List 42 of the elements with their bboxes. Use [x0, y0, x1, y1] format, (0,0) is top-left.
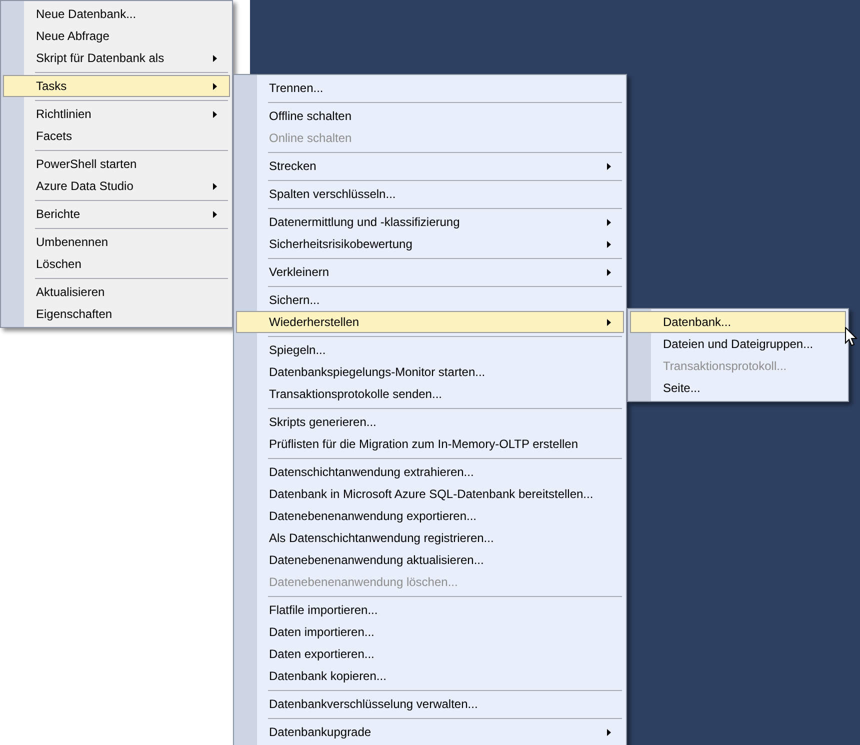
menu-item[interactable]: Berichte — [3, 203, 230, 225]
menu-item[interactable]: Azure Data Studio — [3, 175, 230, 197]
menu-item[interactable]: Richtlinien — [3, 103, 230, 125]
menu-item[interactable]: Offline schalten — [236, 105, 624, 127]
menu-item[interactable]: Datenbank... — [630, 311, 846, 333]
menu-item[interactable]: Transaktionsprotokolle senden... — [236, 383, 624, 405]
menu-item[interactable]: Löschen — [3, 253, 230, 275]
menu-item[interactable]: Daten importieren... — [236, 621, 624, 643]
menu-item[interactable]: Datenebenenanwendung exportieren... — [236, 505, 624, 527]
menu-item[interactable]: Dateien und Dateigruppen... — [630, 333, 846, 355]
menu-item[interactable]: Verkleinern — [236, 261, 624, 283]
pointer-icon — [845, 327, 857, 346]
menu-item[interactable]: Datenebenenanwendung aktualisieren... — [236, 549, 624, 571]
menu-item[interactable]: Umbenennen — [3, 231, 230, 253]
menu-item[interactable]: Datenbankspiegelungs-Monitor starten... — [236, 361, 624, 383]
menu-item[interactable]: Neue Datenbank... — [3, 3, 230, 25]
menu-item[interactable]: Strecken — [236, 155, 624, 177]
menu-item[interactable]: PowerShell starten — [3, 153, 230, 175]
menu-item[interactable]: Prüflisten für die Migration zum In-Memory-OLTP erstellen — [236, 433, 624, 455]
menu-item[interactable]: Eigenschaften — [3, 303, 230, 325]
menu-item[interactable]: Datenbankverschlüsselung verwalten... — [236, 693, 624, 715]
menu-item[interactable]: Datenbankupgrade — [236, 721, 624, 743]
menu-item[interactable]: Sichern... — [236, 289, 624, 311]
menu-item[interactable]: Flatfile importieren... — [236, 599, 624, 621]
menu-item[interactable]: Skripts generieren... — [236, 411, 624, 433]
menu-item[interactable]: Wiederherstellen — [236, 311, 624, 333]
menu-item[interactable]: Seite... — [630, 377, 846, 399]
menu-item[interactable]: Trennen... — [236, 77, 624, 99]
menu-item[interactable]: Spalten verschlüsseln... — [236, 183, 624, 205]
menu-item[interactable]: Datenbank in Microsoft Azure SQL-Datenbank bereitstellen... — [236, 483, 624, 505]
menu-item[interactable]: Sicherheitsrisikobewertung — [236, 233, 624, 255]
menu-item[interactable]: Aktualisieren — [3, 281, 230, 303]
menu-item[interactable]: Tasks — [3, 75, 230, 97]
menu-item[interactable]: Datenbank kopieren... — [236, 665, 624, 687]
menu-item[interactable]: Spiegeln... — [236, 339, 624, 361]
menu-item[interactable]: Datenschichtanwendung extrahieren... — [236, 461, 624, 483]
menu-item[interactable]: Neue Abfrage — [3, 25, 230, 47]
menu-item[interactable]: Als Datenschichtanwendung registrieren... — [236, 527, 624, 549]
menu-item[interactable]: Daten exportieren... — [236, 643, 624, 665]
menu-item[interactable]: Facets — [3, 125, 230, 147]
menu-item[interactable]: Datenermittlung und -klassifizierung — [236, 211, 624, 233]
menu-item[interactable]: Skript für Datenbank als — [3, 47, 230, 69]
